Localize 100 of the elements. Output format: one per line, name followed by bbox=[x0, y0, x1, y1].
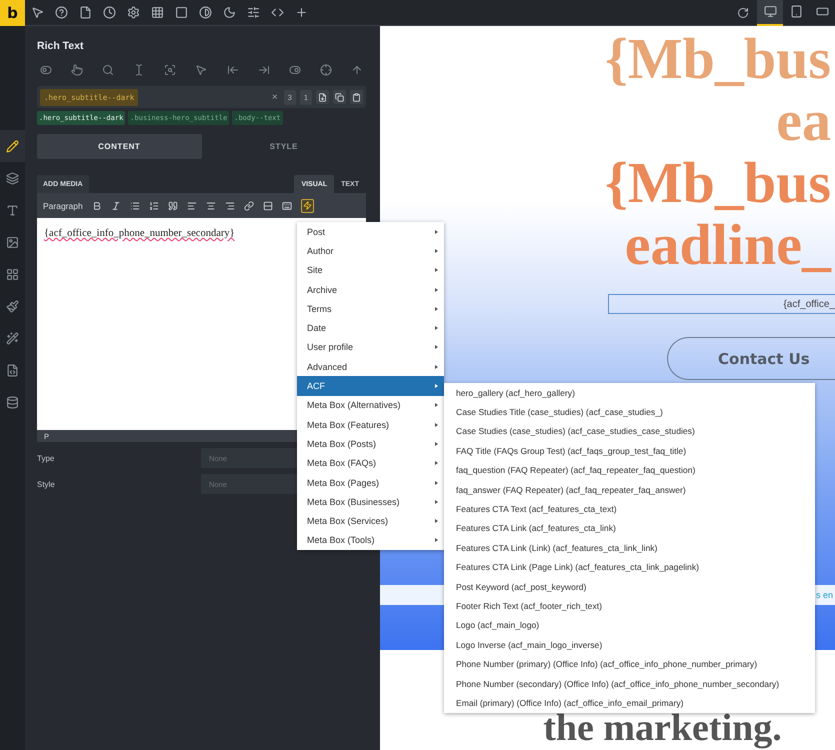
menu-item[interactable]: Features CTA Link (acf_features_cta_link) bbox=[444, 518, 815, 538]
keyboard-icon[interactable] bbox=[282, 200, 292, 210]
menu-item[interactable]: hero_gallery (acf_hero_gallery) bbox=[444, 383, 815, 402]
image-icon bbox=[6, 236, 19, 248]
refresh-icon[interactable] bbox=[737, 6, 749, 18]
bold-icon[interactable] bbox=[92, 200, 102, 210]
arrow-left-icon[interactable] bbox=[226, 64, 239, 76]
quote-icon[interactable] bbox=[168, 200, 178, 210]
caret-icon bbox=[435, 519, 438, 524]
menu-item[interactable]: Case Studies (case_studies) (acf_case_studies_case_studies) bbox=[444, 422, 815, 442]
plus-icon[interactable] bbox=[295, 6, 308, 19]
tablet-icon bbox=[790, 5, 802, 18]
lightning-icon bbox=[302, 201, 312, 210]
menu-item[interactable]: Meta Box (Features) bbox=[297, 414, 444, 434]
clear-button[interactable]: × bbox=[270, 92, 280, 102]
hero-heading: eadline_ bbox=[624, 214, 831, 276]
logo[interactable]: b bbox=[0, 0, 25, 26]
align-right-icon[interactable] bbox=[224, 200, 235, 210]
contact-button[interactable]: Contact Us bbox=[667, 337, 835, 380]
menu-item[interactable]: Meta Box (Tools) bbox=[297, 530, 444, 550]
scan-icon[interactable] bbox=[164, 64, 176, 76]
caret-icon bbox=[435, 538, 438, 542]
code-icon[interactable] bbox=[271, 6, 284, 19]
menu-item[interactable]: Advanced bbox=[297, 357, 444, 376]
arrow-up-icon[interactable] bbox=[350, 64, 363, 76]
layers-icon bbox=[6, 172, 19, 184]
menu-item[interactable]: Phone Number (secondary) (Office Info) (acf_office_info_phone_number_secondary) bbox=[444, 674, 815, 694]
text-block: {acf_office_ bbox=[608, 294, 835, 314]
numbered-list-icon[interactable] bbox=[148, 200, 159, 210]
pointer-icon[interactable] bbox=[195, 64, 208, 76]
menu-item[interactable]: Meta Box (Pages) bbox=[297, 472, 444, 492]
format-dropdown[interactable]: Paragraph bbox=[43, 200, 83, 210]
frame-icon[interactable] bbox=[175, 6, 188, 19]
desktop-icon bbox=[764, 5, 776, 18]
menu-item[interactable]: FAQ Title (FAQs Group Test) (acf_faqs_group_test_faq_title) bbox=[444, 441, 815, 461]
brush-icon bbox=[6, 300, 19, 312]
align-left-icon[interactable] bbox=[186, 200, 197, 210]
editor-text: {acf_office_info_phone_number_secondary} bbox=[44, 228, 235, 239]
menu-item[interactable]: Logo (acf_main_logo) bbox=[444, 616, 815, 636]
caret-icon bbox=[435, 288, 438, 292]
italic-icon[interactable] bbox=[110, 200, 121, 210]
dynamic-data-button[interactable] bbox=[300, 198, 314, 212]
caret-icon bbox=[435, 306, 438, 311]
menu-item[interactable]: Meta Box (Alternatives) bbox=[297, 396, 444, 415]
pencil-button[interactable] bbox=[0, 130, 25, 162]
hero-heading: ea bbox=[776, 90, 831, 152]
moon-icon[interactable] bbox=[223, 6, 236, 19]
menu-item[interactable]: Meta Box (FAQs) bbox=[297, 454, 444, 473]
menu-item[interactable]: faq_question (FAQ Repeater) (acf_faq_repeater_faq_question) bbox=[444, 460, 815, 480]
menu-item[interactable]: Date bbox=[297, 318, 444, 338]
menu-item[interactable]: Meta Box (Services) bbox=[297, 511, 444, 531]
panel-tab[interactable]: CONTENT bbox=[37, 134, 202, 159]
menu-item[interactable]: Logo Inverse (acf_main_logo_inverse) bbox=[444, 635, 815, 654]
field-label: Style bbox=[37, 480, 56, 488]
crosshair-icon[interactable] bbox=[320, 64, 332, 76]
menu-item[interactable]: Case Studies Title (case_studies) (acf_case_studies_) bbox=[444, 402, 815, 422]
import-button[interactable] bbox=[316, 90, 329, 104]
menu-item[interactable]: User profile bbox=[297, 338, 444, 358]
read-more-icon[interactable] bbox=[262, 200, 273, 210]
field-label: Type bbox=[37, 454, 56, 462]
panel-tab[interactable]: STYLE bbox=[202, 134, 366, 159]
menu-item[interactable]: Features CTA Link (Link) (acf_features_cta_link_link) bbox=[444, 538, 815, 558]
pencil-icon bbox=[6, 140, 19, 152]
desktop-button[interactable] bbox=[757, 0, 783, 26]
menu-item[interactable]: Features CTA Text (acf_features_cta_text) bbox=[444, 499, 815, 519]
menu-item[interactable]: Archive bbox=[297, 280, 444, 300]
paste-button[interactable] bbox=[350, 90, 363, 104]
help-icon[interactable] bbox=[55, 6, 68, 19]
caret-icon bbox=[435, 403, 438, 408]
menu-item[interactable]: Meta Box (Businesses) bbox=[297, 492, 444, 512]
hero-heading: {Mb_bus bbox=[605, 28, 831, 90]
menu-item[interactable]: Site bbox=[297, 260, 444, 280]
hand-icon[interactable] bbox=[71, 64, 84, 76]
grid-icon[interactable] bbox=[151, 6, 164, 19]
copy-button[interactable] bbox=[333, 90, 346, 104]
align-center-icon[interactable] bbox=[206, 200, 216, 210]
caret-icon bbox=[435, 442, 438, 446]
hero-heading: {Mb_bus bbox=[605, 152, 831, 214]
page-icon[interactable] bbox=[79, 6, 92, 19]
arrow-right-icon[interactable] bbox=[258, 64, 270, 76]
clock-icon[interactable] bbox=[103, 6, 116, 19]
toggle-icon[interactable] bbox=[288, 64, 301, 76]
menu-item[interactable]: Features CTA Link (Page Link) (acf_features_cta_link_pagelink) bbox=[444, 558, 815, 577]
search-icon[interactable] bbox=[102, 64, 114, 76]
contrast-icon[interactable] bbox=[199, 6, 212, 19]
menu-item[interactable]: Meta Box (Posts) bbox=[297, 434, 444, 454]
clipboard-icon bbox=[352, 92, 361, 102]
settings-icon[interactable] bbox=[127, 6, 140, 19]
menu-item[interactable]: Phone Number (primary) (Office Info) (acf_office_info_phone_number_primary) bbox=[444, 654, 815, 674]
menu-item[interactable]: Post bbox=[297, 222, 444, 242]
menu-item[interactable]: Terms bbox=[297, 299, 444, 318]
import-icon bbox=[318, 92, 327, 102]
menu-item[interactable]: faq_answer (FAQ Repeater) (acf_faq_repeater_faq_answer) bbox=[444, 480, 815, 500]
sliders-icon[interactable] bbox=[247, 6, 260, 19]
pointer-icon[interactable] bbox=[31, 6, 44, 19]
menu-item[interactable]: Author bbox=[297, 241, 444, 261]
toggle-icon[interactable] bbox=[40, 64, 52, 76]
menu-item[interactable]: ACF bbox=[297, 376, 444, 396]
caret-icon bbox=[435, 345, 438, 350]
link-icon[interactable] bbox=[244, 200, 254, 210]
